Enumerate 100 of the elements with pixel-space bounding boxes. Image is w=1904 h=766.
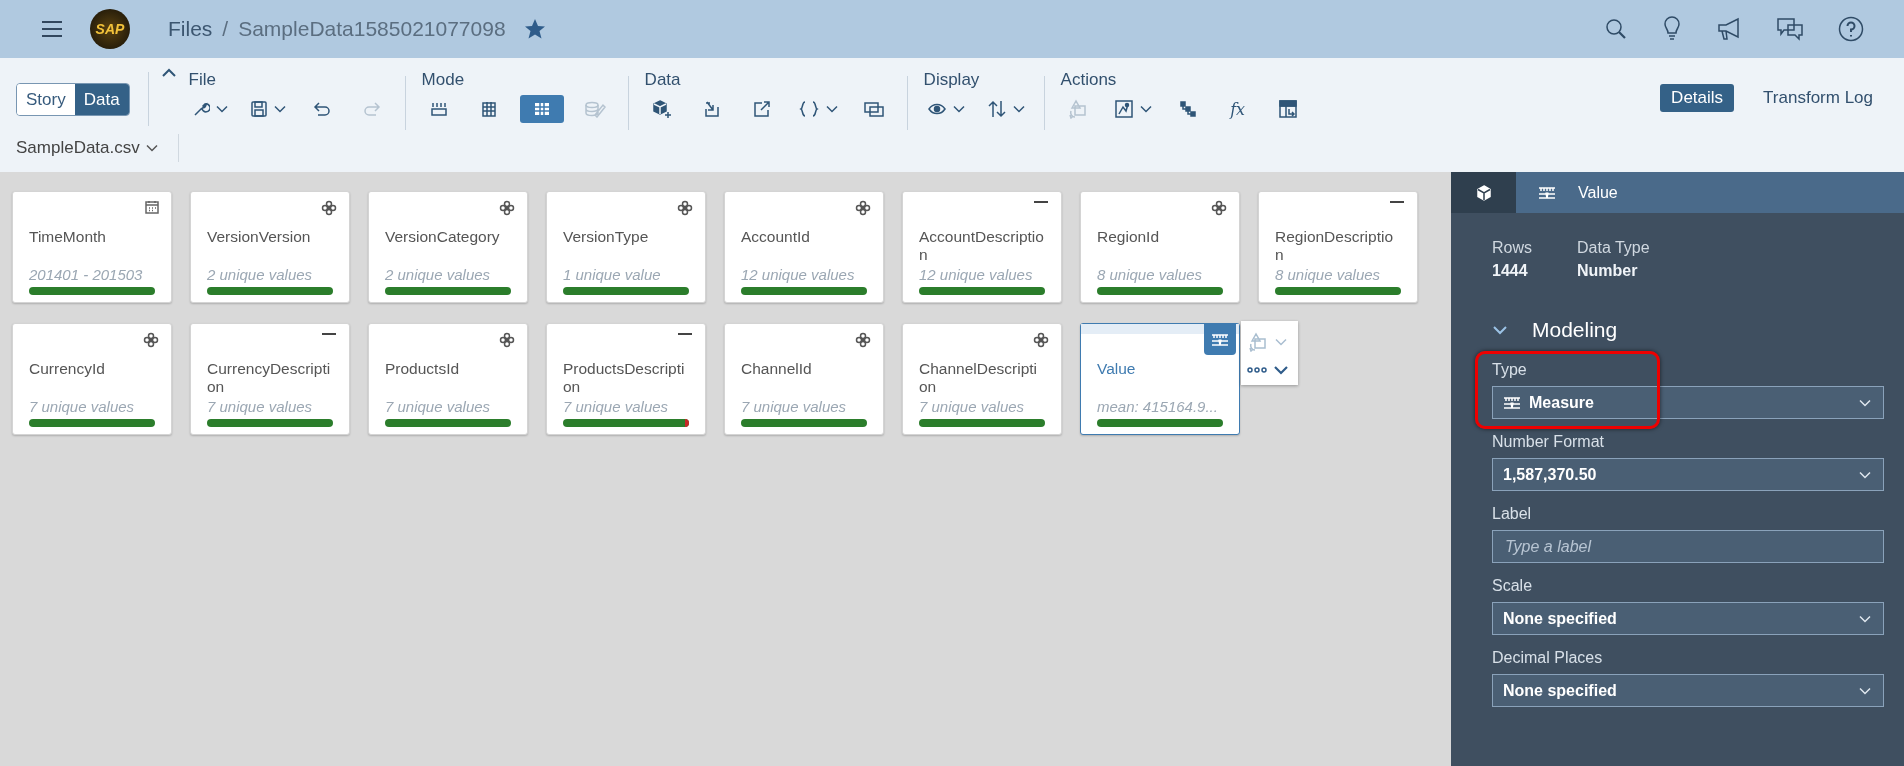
column-name: CurrencyDescription xyxy=(207,360,332,396)
panel-tab[interactable]: Transform Log xyxy=(1752,84,1884,112)
caret-icon xyxy=(145,144,158,152)
column-card[interactable]: RegionDescription 8 unique values xyxy=(1258,191,1418,303)
chat-button[interactable] xyxy=(1776,17,1804,41)
menu-button[interactable] xyxy=(40,19,64,39)
help-button[interactable] xyxy=(1838,16,1864,42)
toolbar-group-label: Actions xyxy=(1059,70,1118,91)
star-icon xyxy=(523,18,546,40)
column-name: VersionVersion xyxy=(207,228,312,247)
caret-icon xyxy=(1859,614,1871,623)
table-button[interactable] xyxy=(519,95,564,123)
stat-label: Rows xyxy=(1492,239,1532,257)
search-button[interactable] xyxy=(1604,17,1628,41)
column-card[interactable]: ProductsId 7 unique values xyxy=(368,323,528,435)
model-tab[interactable] xyxy=(1451,172,1516,213)
clover-icon xyxy=(143,332,159,348)
column-card[interactable]: VersionVersion 2 unique values xyxy=(190,191,350,303)
view-toggle[interactable]: Data xyxy=(74,84,129,115)
cube-add-icon xyxy=(650,99,673,119)
favorite-button[interactable] xyxy=(523,18,546,40)
collapse-toolbar-button[interactable] xyxy=(160,68,177,78)
dropdown-field[interactable]: None specified xyxy=(1492,674,1884,707)
breadcrumb-separator: / xyxy=(222,17,229,41)
column-name: ProductsId xyxy=(385,360,461,379)
dropdown-field[interactable]: Measure xyxy=(1492,386,1884,419)
caret-icon xyxy=(1859,470,1871,479)
export-icon xyxy=(751,99,772,119)
column-name: AccountId xyxy=(741,228,811,247)
column-card[interactable]: AccountId 12 unique values xyxy=(724,191,884,303)
column-summary: 12 unique values xyxy=(919,266,1034,283)
column-card[interactable]: ChannelDescription 7 unique values xyxy=(902,323,1062,435)
field-label: Label xyxy=(1492,505,1533,523)
menu-icon xyxy=(40,19,64,39)
cube-icon xyxy=(1475,184,1492,201)
grid-icon xyxy=(479,100,498,118)
formula-button[interactable]: fx xyxy=(1218,95,1257,123)
column-name: RegionDescription xyxy=(1275,228,1395,264)
column-card[interactable]: VersionType 1 unique value xyxy=(546,191,706,303)
dash-icon xyxy=(1389,200,1405,204)
column-name: ChannelId xyxy=(741,360,813,379)
clover-icon xyxy=(855,200,871,216)
column-name: VersionCategory xyxy=(385,228,501,247)
measure-icon xyxy=(1211,332,1229,347)
dash-icon xyxy=(1033,200,1049,204)
shapes-icon xyxy=(1247,331,1269,352)
lightbulb-icon xyxy=(1662,16,1682,42)
column-summary: 7 unique values xyxy=(385,398,492,415)
measure-icon xyxy=(1538,185,1556,200)
caret-icon xyxy=(1859,686,1871,695)
column-card[interactable]: AccountDescription 12 unique values xyxy=(902,191,1062,303)
table-transform-icon xyxy=(1277,99,1298,119)
caret-icon xyxy=(1273,364,1289,375)
section-header[interactable]: Modeling xyxy=(1492,318,1618,342)
column-card[interactable]: ProductsDescription 7 unique values xyxy=(546,323,706,435)
column-summary: 7 unique values xyxy=(563,398,670,415)
column-name: Value xyxy=(1097,360,1137,379)
column-name: CurrencyId xyxy=(29,360,106,379)
label-input[interactable]: Type a label xyxy=(1492,530,1884,563)
dropdown-field[interactable]: 1,587,370.50 xyxy=(1492,458,1884,491)
column-card[interactable]: ChannelId 7 unique values xyxy=(724,323,884,435)
clover-icon xyxy=(499,200,515,216)
column-name: ProductsDescription xyxy=(563,360,686,396)
column-summary: 2 unique values xyxy=(207,266,314,283)
redo-icon xyxy=(362,100,381,118)
stat-label: Data Type xyxy=(1577,239,1650,257)
database-edit-icon xyxy=(583,100,606,118)
dropdown-field[interactable]: None specified xyxy=(1492,602,1884,635)
breadcrumb-link[interactable]: Files xyxy=(168,17,213,41)
file-title: SampleData1585021077098 xyxy=(238,17,506,41)
column-card[interactable]: RegionId 8 unique values xyxy=(1080,191,1240,303)
panel-tab[interactable]: Details xyxy=(1660,84,1735,112)
column-card[interactable]: Value mean: 415164.9... xyxy=(1080,323,1240,435)
columns-icon xyxy=(429,100,448,118)
field-label: Decimal Places xyxy=(1492,649,1604,667)
column-card[interactable]: VersionCategory 2 unique values xyxy=(368,191,528,303)
measure-type-badge[interactable] xyxy=(1204,324,1236,355)
stat-value: Number xyxy=(1577,262,1639,280)
search-icon xyxy=(1604,17,1628,41)
column-card[interactable]: CurrencyDescription 7 unique values xyxy=(190,323,350,435)
clover-icon xyxy=(855,332,871,348)
column-summary: 7 unique values xyxy=(207,398,314,415)
view-toggle[interactable]: Story xyxy=(17,84,75,115)
column-card[interactable]: CurrencyId 7 unique values xyxy=(12,323,172,435)
column-name: VersionType xyxy=(563,228,650,247)
column-card[interactable]: TimeMonth 201401 - 201503 xyxy=(12,191,172,303)
caret-icon xyxy=(1012,105,1025,113)
table-icon xyxy=(532,100,551,118)
help-icon xyxy=(1838,16,1864,42)
ideas-button[interactable] xyxy=(1662,16,1682,42)
source-dropdown[interactable]: SampleData.csv xyxy=(16,138,158,158)
announcements-button[interactable] xyxy=(1716,17,1742,41)
column-summary: 12 unique values xyxy=(741,266,856,283)
column-summary: 1 unique value xyxy=(563,266,662,283)
hierarchy-icon xyxy=(1178,100,1197,118)
error-marker xyxy=(685,419,689,427)
dash-icon xyxy=(321,332,337,336)
more-icon xyxy=(1247,366,1267,373)
column-name: AccountDescription xyxy=(919,228,1045,264)
column-summary: 2 unique values xyxy=(385,266,492,283)
